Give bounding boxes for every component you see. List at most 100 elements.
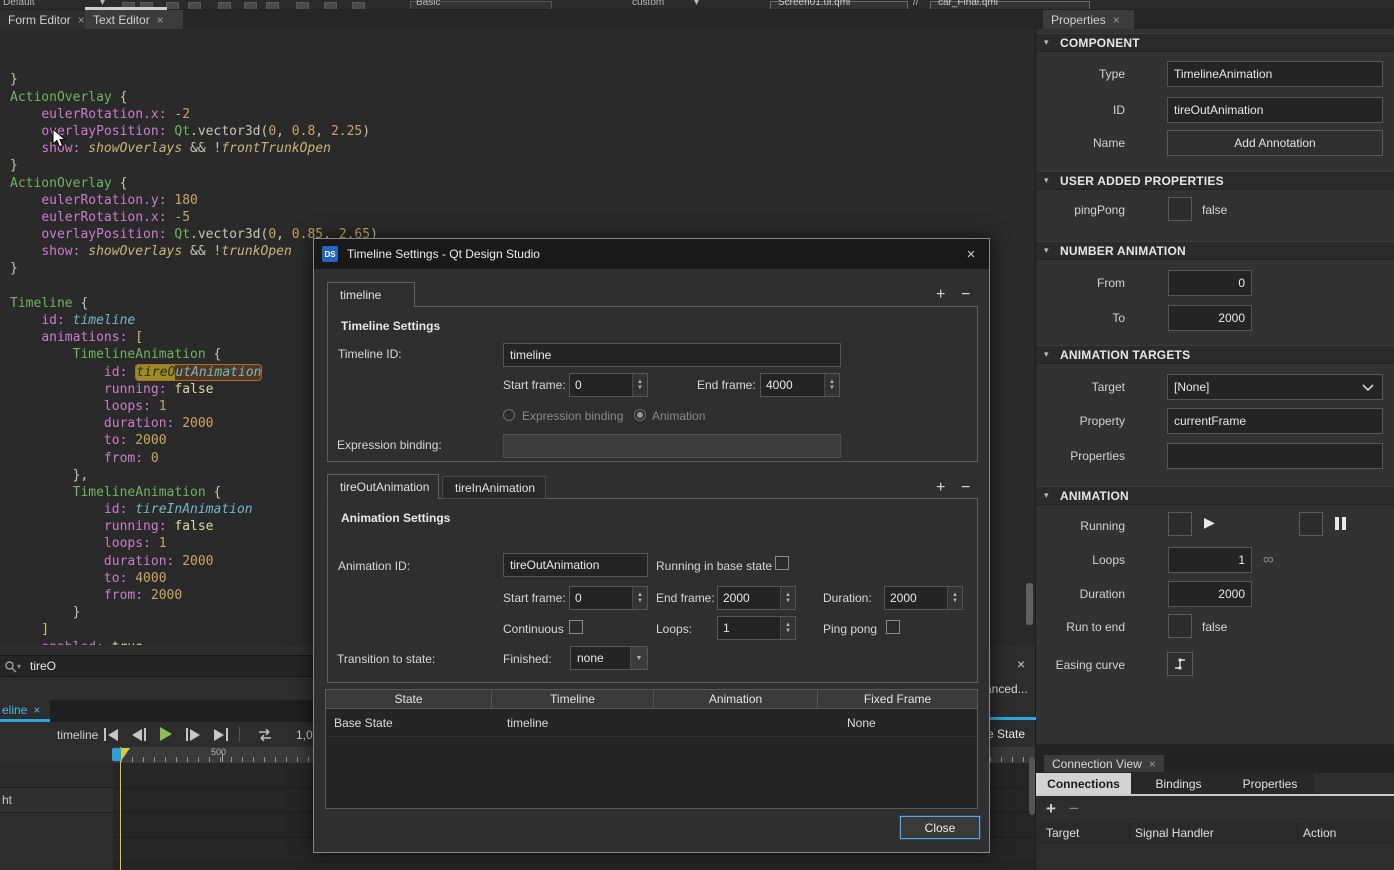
toolbar-icon[interactable]	[296, 2, 309, 10]
tab-bindings[interactable]: Bindings	[1131, 773, 1226, 794]
track-row-header[interactable]: ht	[0, 788, 113, 813]
expression-binding-radio[interactable]	[503, 409, 515, 421]
playhead-line[interactable]	[120, 747, 121, 870]
animation-id-field[interactable]: tireOutAnimation	[503, 553, 648, 577]
section-user-added-properties[interactable]: ▾ USER ADDED PROPERTIES	[1036, 171, 1394, 190]
close-button[interactable]: Close	[900, 816, 980, 839]
start-frame-spinbox[interactable]: 0 ▲▼	[569, 373, 648, 397]
pause-checkbox[interactable]	[1299, 512, 1323, 536]
column-signal-handler[interactable]: Signal Handler	[1130, 823, 1298, 842]
running-in-base-state-checkbox[interactable]	[775, 556, 789, 570]
play-icon[interactable]: ▶	[1204, 514, 1215, 531]
section-collapse-icon[interactable]: ▾	[1044, 490, 1049, 501]
to-start-icon[interactable]	[104, 728, 118, 741]
close-icon[interactable]: ×	[78, 14, 85, 26]
panel-close-icon[interactable]: ×	[1017, 656, 1025, 672]
section-collapse-icon[interactable]: ▾	[1044, 37, 1049, 48]
breadcrumb-file2[interactable]: car_Final.qml	[938, 0, 998, 8]
code-scrollbar[interactable]	[1026, 583, 1033, 625]
continuous-checkbox[interactable]	[569, 620, 583, 634]
toolbar-icon[interactable]	[188, 2, 201, 10]
header-fixed-frame[interactable]: Fixed Frame	[818, 690, 977, 708]
run-to-end-checkbox[interactable]	[1168, 614, 1192, 638]
id-field[interactable]: tireOutAnimation	[1167, 97, 1383, 123]
custom-caret-icon[interactable]: ▾	[694, 0, 699, 8]
breadcrumb-file1[interactable]: Screen01.ui.qml	[778, 0, 850, 8]
add-annotation-button[interactable]: Add Annotation	[1167, 130, 1383, 156]
spin-down-icon[interactable]: ▼	[785, 598, 791, 604]
close-icon[interactable]: ×	[33, 703, 40, 717]
close-icon[interactable]: ×	[1149, 757, 1156, 771]
dialog-title-bar[interactable]: DS Timeline Settings - Qt Design Studio …	[314, 239, 989, 269]
expression-binding-field[interactable]	[503, 434, 841, 458]
end-frame-spinbox[interactable]: 4000 ▲▼	[760, 373, 840, 397]
duration-field[interactable]: 2000	[1168, 581, 1252, 607]
loop-playback-icon[interactable]	[256, 728, 274, 742]
spin-down-icon[interactable]: ▼	[829, 385, 835, 391]
header-timeline[interactable]: Timeline	[492, 690, 654, 708]
previous-frame-icon[interactable]	[132, 728, 146, 741]
spin-down-icon[interactable]: ▼	[637, 385, 643, 391]
tab-tire-out-animation[interactable]: tireOutAnimation	[327, 474, 439, 499]
base-state-label[interactable]: e State	[987, 727, 1025, 741]
column-action[interactable]: Action	[1298, 823, 1394, 842]
loops-field[interactable]: 1	[1168, 547, 1252, 573]
header-state[interactable]: State	[326, 690, 492, 708]
toolbar-icon[interactable]	[244, 2, 257, 10]
section-animation[interactable]: ▾ ANIMATION	[1036, 486, 1394, 505]
properties-field[interactable]	[1167, 443, 1383, 469]
header-animation[interactable]: Animation	[654, 690, 818, 708]
spin-down-icon[interactable]: ▼	[952, 598, 958, 604]
to-end-icon[interactable]	[214, 728, 228, 741]
close-icon[interactable]: ×	[157, 14, 164, 26]
column-target[interactable]: Target	[1036, 823, 1130, 842]
ping-pong-checkbox-dialog[interactable]	[886, 620, 900, 634]
toolbar-icon[interactable]	[218, 2, 231, 10]
custom-selector[interactable]: custom	[632, 0, 664, 8]
infinity-icon[interactable]: ∞	[1263, 551, 1274, 568]
section-collapse-icon[interactable]: ▾	[1044, 349, 1049, 360]
add-animation-icon[interactable]: +	[936, 480, 945, 496]
anim-end-frame-spinbox[interactable]: 2000 ▲▼	[717, 586, 796, 610]
tab-timeline-settings[interactable]: timeline	[327, 282, 415, 307]
loops-spinbox[interactable]: 1 ▲▼	[717, 616, 796, 640]
tab-properties-connections[interactable]: Properties	[1226, 773, 1314, 794]
tab-connection-view[interactable]: Connection View ×	[1044, 755, 1164, 772]
section-collapse-icon[interactable]: ▾	[1044, 175, 1049, 186]
duration-spinbox[interactable]: 2000 ▲▼	[884, 586, 963, 610]
target-combobox[interactable]: [None]	[1167, 374, 1383, 400]
track-row-header[interactable]	[0, 763, 113, 788]
search-caret-icon[interactable]: ▾	[17, 662, 21, 671]
remove-animation-icon[interactable]: −	[961, 480, 970, 496]
toolbar-icon[interactable]	[352, 2, 365, 10]
state-table[interactable]: State Timeline Animation Fixed Frame Bas…	[325, 689, 978, 809]
play-icon[interactable]	[160, 727, 172, 741]
advanced-label[interactable]: anced...	[985, 682, 1035, 696]
section-collapse-icon[interactable]: ▾	[1044, 245, 1049, 256]
type-field[interactable]: TimelineAnimation	[1167, 61, 1383, 87]
playhead-flag[interactable]	[121, 748, 130, 761]
property-field[interactable]: currentFrame	[1167, 408, 1383, 434]
tab-properties[interactable]: Properties ×	[1043, 10, 1134, 29]
easing-curve-button[interactable]	[1167, 652, 1193, 676]
from-field[interactable]: 0	[1168, 270, 1252, 296]
tab-text-editor[interactable]: Text Editor ×	[85, 10, 183, 29]
dialog-close-icon[interactable]: ×	[953, 239, 989, 269]
playhead-handle[interactable]	[112, 748, 121, 761]
next-frame-icon[interactable]	[186, 728, 200, 741]
tab-tire-in-animation[interactable]: tireInAnimation	[442, 476, 546, 499]
to-field[interactable]: 2000	[1168, 305, 1252, 331]
section-number-animation[interactable]: ▾ NUMBER ANIMATION	[1036, 241, 1394, 260]
finished-dropdown[interactable]: none ▼	[570, 646, 648, 670]
pause-icon[interactable]	[1335, 517, 1346, 530]
running-checkbox[interactable]	[1168, 512, 1192, 536]
spin-down-icon[interactable]: ▼	[785, 628, 791, 634]
kit-selector[interactable]: Default	[3, 0, 35, 8]
add-connection-icon[interactable]: +	[1046, 799, 1056, 819]
current-frame-value[interactable]: 1,0	[296, 728, 313, 742]
animation-radio[interactable]	[634, 409, 646, 421]
section-animation-targets[interactable]: ▾ ANIMATION TARGETS	[1036, 345, 1394, 364]
remove-connection-icon[interactable]: −	[1069, 799, 1079, 819]
add-timeline-icon[interactable]: +	[936, 287, 945, 303]
search-input[interactable]: tireO	[30, 659, 56, 673]
